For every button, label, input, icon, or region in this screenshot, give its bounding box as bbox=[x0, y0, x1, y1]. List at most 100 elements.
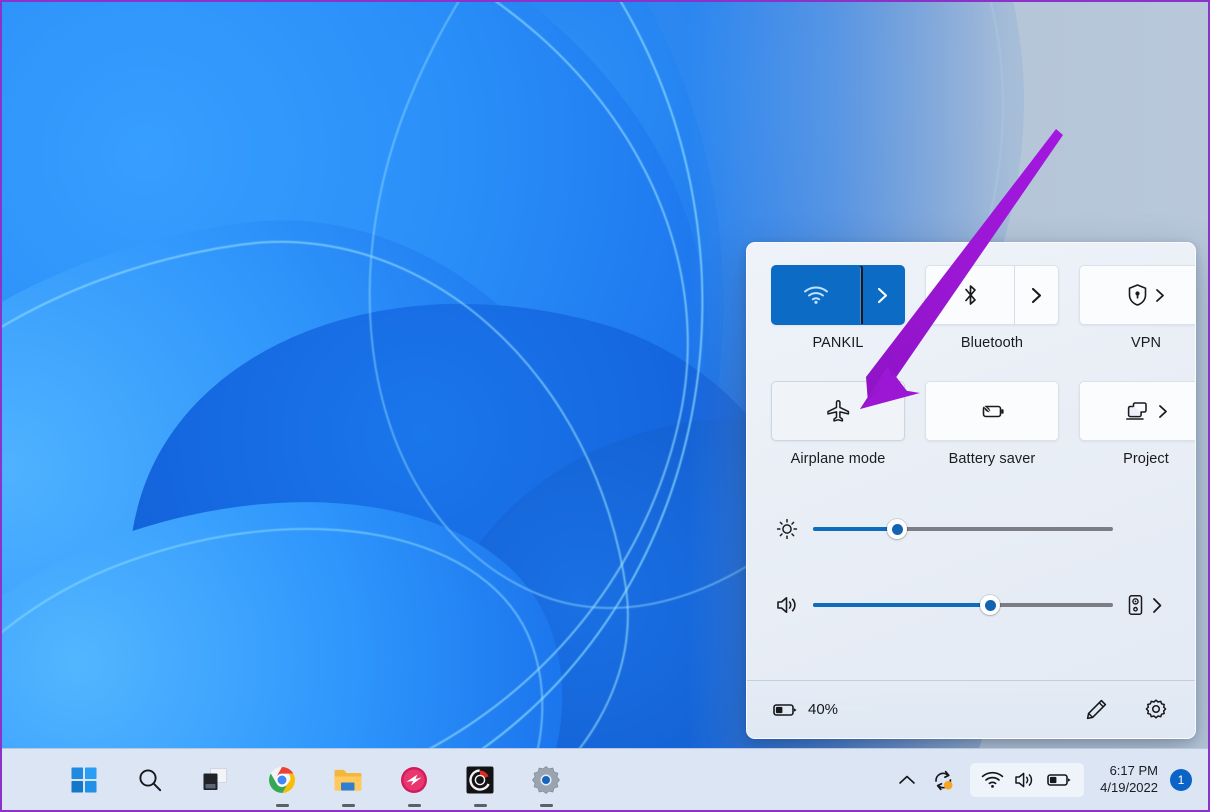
wifi-icon bbox=[803, 285, 829, 305]
pink-circle-app-icon bbox=[400, 766, 428, 794]
quick-tile-battery-saver[interactable] bbox=[925, 381, 1059, 441]
quick-tile-bluetooth-cell: Bluetooth bbox=[925, 265, 1059, 351]
chevron-right-icon[interactable] bbox=[1152, 597, 1163, 614]
quick-tile-project-content[interactable] bbox=[1080, 382, 1196, 440]
row-spacer bbox=[771, 351, 1171, 381]
clock-time: 6:17 PM bbox=[1110, 763, 1158, 780]
brightness-icon bbox=[771, 517, 813, 541]
tray-status-group[interactable] bbox=[970, 763, 1084, 797]
volume-icon bbox=[771, 593, 813, 617]
volume-output-controls bbox=[1127, 594, 1163, 616]
vpn-shield-icon bbox=[1127, 283, 1148, 307]
quick-tile-vpn[interactable] bbox=[1079, 265, 1196, 325]
battery-40-icon[interactable] bbox=[1047, 772, 1073, 788]
quick-tile-label-airplane: Airplane mode bbox=[791, 451, 886, 467]
brightness-slider-thumb[interactable] bbox=[887, 519, 907, 539]
quick-tile-row-2: Airplane mode bbox=[771, 381, 1171, 467]
chevron-right-icon bbox=[1155, 288, 1165, 303]
volume-icon[interactable] bbox=[1014, 770, 1037, 790]
dark-ring-app-icon bbox=[466, 766, 494, 794]
clock-date: 4/19/2022 bbox=[1100, 780, 1158, 797]
search-magnifier-icon bbox=[137, 767, 163, 793]
quick-tile-airplane-content[interactable] bbox=[772, 382, 904, 440]
pink-app[interactable] bbox=[390, 756, 438, 804]
wifi-icon[interactable] bbox=[981, 771, 1004, 789]
open-settings-button[interactable] bbox=[1139, 693, 1173, 727]
chevron-right-icon bbox=[1031, 287, 1042, 304]
settings-app[interactable] bbox=[522, 756, 570, 804]
pencil-edit-icon bbox=[1085, 698, 1108, 721]
project-icon bbox=[1125, 400, 1151, 422]
quick-tile-airplane-mode[interactable] bbox=[771, 381, 905, 441]
quick-tile-label-vpn: VPN bbox=[1131, 335, 1161, 351]
quick-tile-project-cell: Project bbox=[1079, 381, 1196, 467]
chrome-app[interactable] bbox=[258, 756, 306, 804]
quick-tile-label-wifi: PANKIL bbox=[812, 335, 863, 351]
start-button[interactable] bbox=[60, 756, 108, 804]
quick-tile-wifi-toggle[interactable] bbox=[772, 266, 860, 324]
battery-percent-label: 40% bbox=[808, 701, 838, 718]
chrome-icon bbox=[268, 766, 296, 794]
battery-saver-icon bbox=[977, 401, 1007, 421]
system-tray: 6:17 PM 4/19/2022 1 bbox=[890, 763, 1198, 797]
file-explorer-icon bbox=[333, 767, 363, 793]
bluetooth-icon bbox=[962, 283, 979, 307]
quick-settings-body: PANKIL bbox=[747, 243, 1195, 680]
volume-slider-row bbox=[771, 581, 1171, 629]
dark-app[interactable] bbox=[456, 756, 504, 804]
footer-actions bbox=[1079, 693, 1173, 727]
chevron-up-icon bbox=[898, 774, 916, 786]
taskbar-app-list bbox=[51, 756, 579, 804]
quick-tile-wifi-expand[interactable] bbox=[860, 266, 904, 324]
tray-overflow-button[interactable] bbox=[890, 768, 924, 792]
brightness-slider-track[interactable] bbox=[813, 527, 1113, 531]
running-indicator bbox=[474, 804, 487, 807]
task-view-icon bbox=[202, 767, 230, 793]
desktop-screen: PANKIL bbox=[0, 0, 1210, 812]
quick-tile-label-bluetooth: Bluetooth bbox=[961, 335, 1023, 351]
notification-badge[interactable]: 1 bbox=[1170, 769, 1192, 791]
running-indicator bbox=[342, 804, 355, 807]
windows-update-button[interactable] bbox=[924, 763, 964, 797]
quick-tile-vpn-content[interactable] bbox=[1080, 266, 1196, 324]
running-indicator bbox=[540, 804, 553, 807]
gear-settings-icon bbox=[531, 765, 561, 795]
volume-slider[interactable] bbox=[813, 593, 1113, 617]
quick-settings-footer: 40% bbox=[747, 680, 1195, 738]
quick-tile-wifi-cell: PANKIL bbox=[771, 265, 905, 351]
quick-tile-label-battery-saver: Battery saver bbox=[949, 451, 1036, 467]
taskbar: 6:17 PM 4/19/2022 1 bbox=[2, 748, 1208, 810]
quick-tile-bluetooth-expand[interactable] bbox=[1014, 266, 1058, 324]
airplane-icon bbox=[825, 399, 851, 423]
brightness-slider-row bbox=[771, 505, 1171, 553]
running-indicator bbox=[276, 804, 289, 807]
quick-tile-project[interactable] bbox=[1079, 381, 1196, 441]
quick-tile-bluetooth-toggle[interactable] bbox=[926, 266, 1014, 324]
quick-tile-wifi[interactable] bbox=[771, 265, 905, 325]
running-indicator bbox=[408, 804, 421, 807]
chevron-right-icon bbox=[877, 287, 888, 304]
search-button[interactable] bbox=[126, 756, 174, 804]
file-explorer-app[interactable] bbox=[324, 756, 372, 804]
quick-tile-vpn-cell: VPN bbox=[1079, 265, 1196, 351]
edit-quick-settings-button[interactable] bbox=[1079, 693, 1113, 727]
quick-tile-battery-saver-content[interactable] bbox=[926, 382, 1058, 440]
brightness-slider-fill bbox=[813, 527, 897, 531]
quick-tile-bluetooth[interactable] bbox=[925, 265, 1059, 325]
clock-and-date[interactable]: 6:17 PM 4/19/2022 bbox=[1084, 763, 1170, 797]
audio-output-icon[interactable] bbox=[1127, 594, 1144, 616]
quick-tile-battery-saver-cell: Battery saver bbox=[925, 381, 1059, 467]
volume-slider-track[interactable] bbox=[813, 603, 1113, 607]
volume-slider-fill bbox=[813, 603, 990, 607]
brightness-slider[interactable] bbox=[813, 517, 1113, 541]
windows-update-icon bbox=[932, 769, 956, 791]
battery-40-icon bbox=[773, 702, 799, 718]
quick-settings-panel: PANKIL bbox=[746, 242, 1196, 739]
windows-logo-icon bbox=[71, 767, 97, 793]
volume-slider-thumb[interactable] bbox=[980, 595, 1000, 615]
task-view-button[interactable] bbox=[192, 756, 240, 804]
quick-tile-row-1: PANKIL bbox=[771, 265, 1171, 351]
quick-tile-label-project: Project bbox=[1123, 451, 1169, 467]
quick-tile-airplane-cell: Airplane mode bbox=[771, 381, 905, 467]
battery-status: 40% bbox=[773, 701, 838, 718]
